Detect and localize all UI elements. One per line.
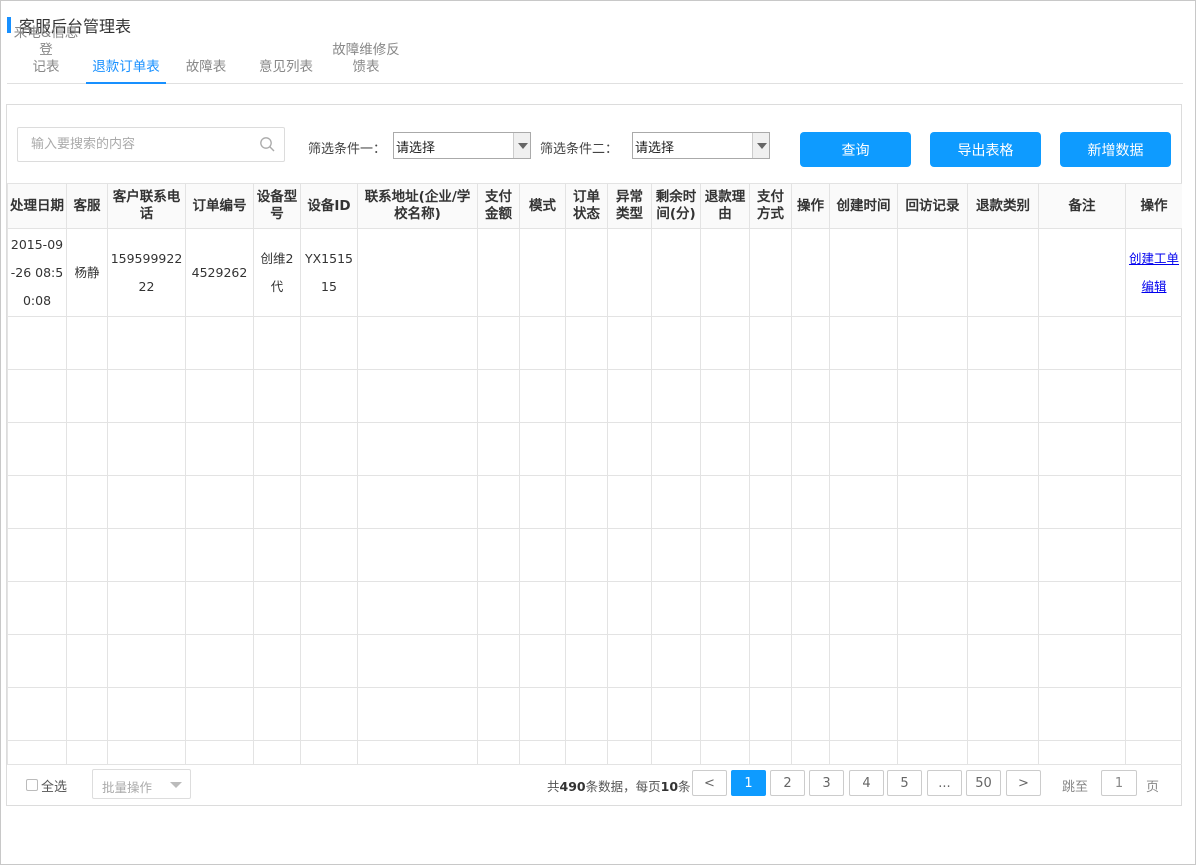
- cell-model: 创维2代: [253, 228, 301, 317]
- tab-feedback-list[interactable]: 意见列表: [251, 41, 321, 84]
- select-all-checkbox[interactable]: [26, 779, 38, 791]
- cell-remark: [1038, 228, 1126, 317]
- col-header: 备注: [1038, 183, 1126, 229]
- per-page-count: 10: [660, 779, 679, 794]
- tab-faults[interactable]: 故障表: [174, 41, 238, 84]
- cell-device-id: YX151515: [300, 228, 358, 317]
- chevron-down-icon: [752, 133, 769, 158]
- col-header: 支付金额: [477, 183, 520, 229]
- search-icon[interactable]: [259, 136, 276, 153]
- cell-revisit: [897, 228, 968, 317]
- page-button-1[interactable]: 1: [731, 770, 766, 796]
- table-row: [7, 581, 1182, 635]
- col-header: 异常类型: [607, 183, 652, 229]
- search-input[interactable]: [18, 128, 248, 161]
- chevron-down-icon: [170, 782, 182, 788]
- cell-status: [565, 228, 608, 317]
- page-button-5[interactable]: 5: [887, 770, 922, 796]
- table-row: [7, 687, 1182, 741]
- table-header-row: 处理日期 客服 客户联系电话 订单编号 设备型号 设备ID 联系地址(企业/学校…: [7, 183, 1182, 229]
- col-header: 处理日期: [7, 183, 67, 229]
- app-window: 客服后台管理表 来电&信息登 记表 退款订单表 故障表 意见列表 故障维修反 馈…: [0, 0, 1196, 865]
- total-summary: 共490条数据，每页10条: [547, 779, 691, 794]
- total-count: 490: [559, 779, 586, 794]
- tab-call-info[interactable]: 来电&信息登 记表: [7, 25, 85, 84]
- create-ticket-link[interactable]: 创建工单: [1127, 245, 1181, 273]
- table-row: [7, 475, 1182, 529]
- cell-mode: [519, 228, 566, 317]
- tab-repair-feedback[interactable]: 故障维修反 馈表: [327, 41, 405, 84]
- col-header: 设备型号: [253, 183, 301, 229]
- col-header: 设备ID: [300, 183, 358, 229]
- page-button-3[interactable]: 3: [809, 770, 844, 796]
- col-header: 订单状态: [565, 183, 608, 229]
- col-header: 订单编号: [185, 183, 254, 229]
- table-row: [7, 528, 1182, 582]
- col-header: 退款类别: [967, 183, 1039, 229]
- cell-order-no: 4529262: [185, 228, 254, 317]
- col-header: 支付方式: [749, 183, 792, 229]
- col-header: 客户联系电话: [107, 183, 186, 229]
- col-header: 操作: [1125, 183, 1182, 229]
- cell-amount: [477, 228, 520, 317]
- query-button[interactable]: 查询: [800, 132, 911, 167]
- jump-page-input[interactable]: 1: [1101, 770, 1137, 796]
- col-header: 客服: [66, 183, 108, 229]
- cell-phone: 15959992222: [107, 228, 186, 317]
- table-row[interactable]: 2015-09-26 08:50:08 杨静 15959992222 45292…: [7, 228, 1182, 317]
- table-row: [7, 369, 1182, 423]
- filter2-value: 请选择: [635, 141, 675, 156]
- table-row: [7, 316, 1182, 370]
- col-header: 剩余时间(分): [651, 183, 701, 229]
- chevron-down-icon: [513, 133, 530, 158]
- filter1-value: 请选择: [396, 141, 436, 156]
- cell-date: 2015-09-26 08:50:08: [7, 228, 67, 317]
- page-button-4[interactable]: 4: [849, 770, 884, 796]
- page-button-50[interactable]: 50: [966, 770, 1001, 796]
- page-unit-label: 页: [1146, 780, 1160, 795]
- data-table: 处理日期 客服 客户联系电话 订单编号 设备型号 设备ID 联系地址(企业/学校…: [7, 183, 1182, 764]
- col-header: 操作: [791, 183, 830, 229]
- cell-category: [967, 228, 1039, 317]
- col-header: 退款理由: [700, 183, 750, 229]
- cell-anomaly: [607, 228, 652, 317]
- col-header: 模式: [519, 183, 566, 229]
- col-header: 创建时间: [829, 183, 898, 229]
- filter1-select[interactable]: 请选择: [393, 132, 531, 159]
- batch-action-select[interactable]: 批量操作: [92, 769, 191, 799]
- cell-actions: 创建工单 编辑: [1125, 228, 1182, 317]
- col-header: 联系地址(企业/学校名称): [357, 183, 478, 229]
- prev-page-button[interactable]: <: [692, 770, 727, 796]
- cell-remaining: [651, 228, 701, 317]
- table-row: [7, 422, 1182, 476]
- cell-pay-method: [749, 228, 792, 317]
- export-button[interactable]: 导出表格: [930, 132, 1041, 167]
- page-ellipsis: ...: [927, 770, 962, 796]
- cell-created: [829, 228, 898, 317]
- filter2-select[interactable]: 请选择: [632, 132, 770, 159]
- table-row: [7, 634, 1182, 688]
- table-row: [7, 740, 1182, 764]
- main-panel: 筛选条件一： 请选择 筛选条件二： 请选择 查询 导出表格 新增数据: [6, 104, 1182, 806]
- select-all-label[interactable]: 全选: [41, 776, 67, 795]
- edit-link[interactable]: 编辑: [1127, 273, 1181, 301]
- col-header: 回访记录: [897, 183, 968, 229]
- cell-reason: [700, 228, 750, 317]
- batch-action-value: 批量操作: [102, 780, 153, 795]
- cell-op: [791, 228, 830, 317]
- next-page-button[interactable]: >: [1006, 770, 1041, 796]
- tab-refund-orders[interactable]: 退款订单表: [86, 41, 166, 84]
- jump-label: 跳至: [1062, 780, 1089, 795]
- search-box: [17, 127, 285, 162]
- table-footer: 全选 批量操作 共490条数据，每页10条 < 1 2 3 4 5 ... 50…: [7, 764, 1182, 806]
- filter1-label: 筛选条件一：: [308, 142, 387, 157]
- page-button-2[interactable]: 2: [770, 770, 805, 796]
- tab-bar: 来电&信息登 记表 退款订单表 故障表 意见列表 故障维修反 馈表: [7, 25, 1183, 84]
- cell-address: [357, 228, 478, 317]
- cell-agent: 杨静: [66, 228, 108, 317]
- add-data-button[interactable]: 新增数据: [1060, 132, 1171, 167]
- filter2-label: 筛选条件二：: [540, 142, 619, 157]
